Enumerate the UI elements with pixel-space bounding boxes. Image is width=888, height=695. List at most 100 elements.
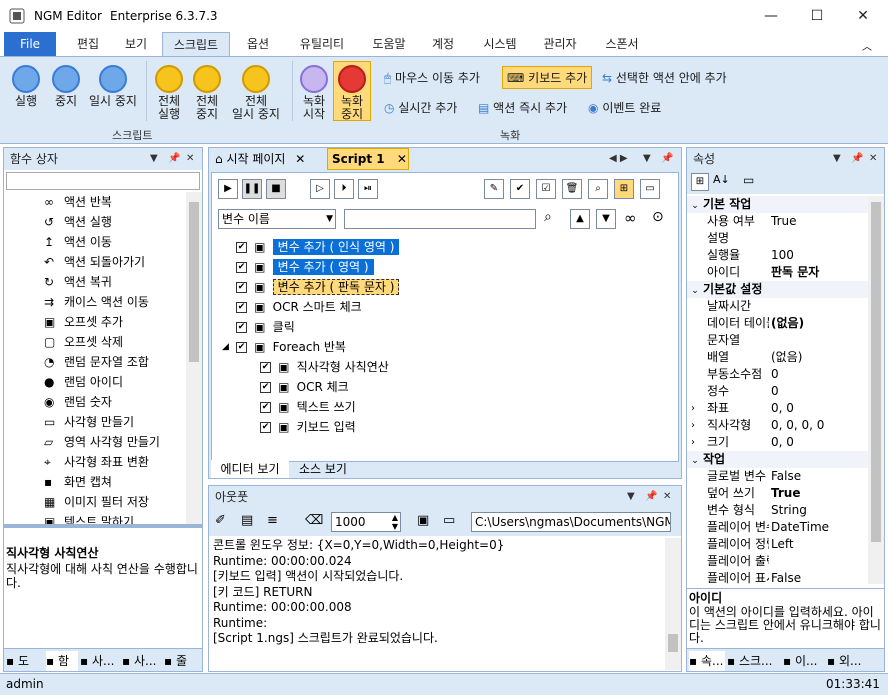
property-row[interactable]: 정수 0 [687, 383, 868, 400]
node-checkbox[interactable]: ✔ [260, 362, 271, 373]
property-row[interactable]: 아이디 판독 문자 [687, 264, 868, 281]
script-node[interactable]: ✔ ▣ 텍스트 쓰기 [214, 397, 678, 417]
node-checkbox[interactable]: ✔ [236, 302, 247, 313]
expand-icon[interactable]: › [691, 417, 695, 434]
node-checkbox[interactable]: ✔ [260, 402, 271, 413]
pause-button[interactable]: 일시 중지 [86, 65, 140, 108]
property-row[interactable]: › 좌표 0, 0 [687, 400, 868, 417]
dropdown-icon[interactable]: ▼ [150, 148, 158, 170]
expand-icon[interactable]: › [691, 434, 695, 451]
function-item[interactable]: ▱ 영역 사각형 만들기 [4, 432, 186, 452]
edit-icon[interactable]: ✎ [484, 179, 504, 199]
tab-system[interactable]: 시스템 [472, 32, 528, 56]
property-row[interactable]: 플레이어 출력 [687, 553, 868, 570]
function-item[interactable]: ↶ 액션 되돌아가기 [4, 252, 186, 272]
function-item[interactable]: ▣ 오프셋 추가 [4, 312, 186, 332]
function-list-scrollbar[interactable] [186, 192, 202, 524]
line-count-stepper[interactable]: 1000 ▲ ▼ [331, 512, 401, 532]
property-row[interactable]: 데이터 테이블(없음) [687, 315, 868, 332]
pause-icon[interactable]: ❚❚ [242, 179, 262, 199]
tab-account[interactable]: 계정 [420, 32, 466, 56]
script-node[interactable]: ✔ ▣ OCR 체크 [214, 377, 678, 397]
loop-icon[interactable]: ∞ [624, 209, 637, 227]
node-checkbox[interactable]: ✔ [236, 322, 247, 333]
pin-icon[interactable]: 📌 [851, 148, 863, 170]
node-checkbox[interactable]: ✔ [236, 282, 247, 293]
mouse-move-add-button[interactable]: 🖱 마우스 이동 추가 [384, 69, 480, 86]
stop-button[interactable]: 중지 [46, 65, 86, 108]
search-icon[interactable]: ⌕ [588, 179, 608, 199]
tab-editor-view[interactable]: 에디터 보기 [211, 460, 289, 478]
close-panel-icon[interactable]: ✕ [869, 148, 877, 170]
property-pages-icon[interactable]: ▭ [743, 173, 754, 187]
move-up-icon[interactable]: ▲ [570, 209, 590, 229]
property-row[interactable]: 변수 형식 String [687, 502, 868, 519]
function-item[interactable]: ∞ 액션 반복 [4, 192, 186, 212]
maximize-button[interactable]: ☐ [794, 0, 840, 32]
record-start-button[interactable]: 녹화 시작 [296, 65, 332, 121]
function-item[interactable]: ▪ 화면 캡쳐 [4, 472, 186, 492]
script-node[interactable]: ◢ ✔ ▣ Foreach 반복 [214, 337, 678, 357]
property-row[interactable]: 플레이어 변수DateTime [687, 519, 868, 536]
property-row[interactable]: 플레이어 정렬Left [687, 536, 868, 553]
tab-help[interactable]: 도움말 [362, 32, 416, 56]
function-search-input[interactable] [6, 172, 200, 190]
tab-file[interactable]: File [4, 32, 56, 56]
property-row[interactable]: 날짜시간 [687, 298, 868, 315]
function-item[interactable]: ● 랜덤 아이디 [4, 372, 186, 392]
keyboard-add-button[interactable]: ⌨ 키보드 추가 [502, 66, 593, 89]
folder-icon[interactable]: ▭ [443, 513, 455, 528]
function-item[interactable]: ◉ 랜덤 숫자 [4, 392, 186, 412]
tab-utility[interactable]: 유틸리티 [288, 32, 356, 56]
right-bottom-tab[interactable]: ▪ 이... [783, 651, 825, 671]
run-icon[interactable]: ▶ [218, 179, 238, 199]
run-all-button[interactable]: 전체 실행 [150, 65, 188, 121]
left-bottom-tab[interactable]: ▪ 사... [122, 651, 162, 671]
tab-view[interactable]: 보기 [114, 32, 158, 56]
tab-dropdown-icon[interactable]: ▼ [643, 153, 651, 164]
tab-options[interactable]: 옵션 [236, 32, 280, 56]
script-node[interactable]: ✔ ▣ 변수 추가 ( 영역 ) [214, 257, 678, 277]
property-row[interactable]: 글로벌 변수 False [687, 468, 868, 485]
property-category[interactable]: ⌄ 기본 작업 [687, 196, 868, 213]
output-scrollbar[interactable] [665, 538, 681, 670]
variable-select[interactable]: 변수 이름 ▼ [218, 209, 336, 229]
function-item[interactable]: ▭ 사각형 만들기 [4, 412, 186, 432]
check-icon[interactable]: ✔ [510, 179, 530, 199]
script-node[interactable]: ✔ ▣ 키보드 입력 [214, 417, 678, 437]
event-done-button[interactable]: ◉ 이벤트 완료 [588, 99, 661, 116]
variable-search-input[interactable] [344, 209, 536, 229]
move-down-icon[interactable]: ▼ [596, 209, 616, 229]
add-in-action-button[interactable]: ⇆ 선택한 액션 안에 추가 [602, 69, 727, 86]
property-row[interactable]: 덮어 쓰기 True [687, 485, 868, 502]
node-checkbox[interactable]: ✔ [260, 422, 271, 433]
tab-source-view[interactable]: 소스 보기 [291, 460, 355, 478]
realtime-add-button[interactable]: ◷ 실시간 추가 [384, 99, 457, 116]
more-icon[interactable]: ⊙ [652, 209, 664, 225]
tab-admin[interactable]: 관리자 [532, 32, 588, 56]
property-category[interactable]: ⌄ 기본값 설정 [687, 281, 868, 298]
log-path-field[interactable]: C:\Users\ngmas\Documents\NGM6\ [471, 512, 671, 532]
tree-view-icon[interactable]: ⊞ [614, 179, 634, 199]
property-row[interactable]: 플레이어 표시False [687, 570, 868, 584]
sort-az-icon[interactable]: A↓ [713, 173, 730, 186]
function-item[interactable]: ↻ 액션 복귀 [4, 272, 186, 292]
splitter[interactable] [4, 524, 202, 528]
property-row[interactable]: 설명 [687, 230, 868, 247]
step-icon[interactable]: ▷ [310, 179, 330, 199]
pin-icon[interactable]: 📌 [661, 153, 673, 164]
function-item[interactable]: ⇉ 캐이스 액션 이동 [4, 292, 186, 312]
right-bottom-tab[interactable]: ▪ 속... [689, 651, 725, 671]
close-tab-icon[interactable]: ✕ [397, 152, 407, 166]
expand-icon[interactable]: › [691, 400, 695, 417]
script-node[interactable]: ✔ ▣ 변수 추가 ( 판독 문자 ) [214, 277, 678, 297]
property-scrollbar[interactable] [868, 196, 884, 584]
node-checkbox[interactable]: ✔ [236, 262, 247, 273]
list-icon[interactable]: ≡ [267, 513, 278, 528]
function-item[interactable]: ⌖ 사각형 좌표 변환 [4, 452, 186, 472]
function-item[interactable]: ↥ 액션 이동 [4, 232, 186, 252]
property-row[interactable]: 부동소수점 0 [687, 366, 868, 383]
close-button[interactable]: ✕ [840, 0, 886, 32]
eraser-icon[interactable]: ⌫ [305, 513, 323, 528]
pause-all-button[interactable]: 전체 일시 중지 [228, 65, 284, 121]
